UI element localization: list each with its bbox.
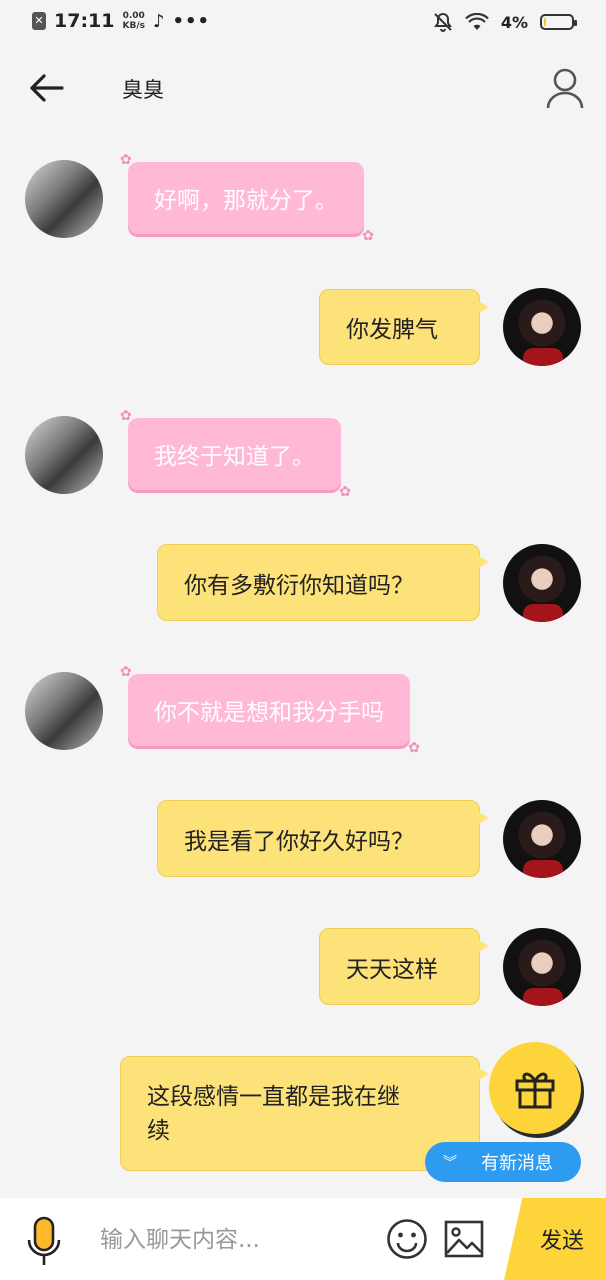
message-text: 你不就是想和我分手吗 [154, 700, 384, 726]
send-label: 发送 [539, 1229, 584, 1254]
gift-button[interactable] [489, 1042, 581, 1134]
message-text: 我终于知道了。 [154, 444, 315, 470]
message-text: 天天这样 [346, 956, 438, 983]
my-avatar[interactable] [503, 928, 581, 1006]
microphone-icon[interactable] [24, 1216, 64, 1268]
message-bubble-outgoing[interactable]: 天天这样 [319, 928, 489, 1005]
status-bar: ✕ 17:11 0.00 KB/s ♪ ••• 4% [0, 0, 606, 48]
message-bubble-incoming[interactable]: 我终于知道了。 [120, 408, 351, 500]
contact-avatar[interactable] [25, 672, 103, 750]
status-bar-left: ✕ 17:11 0.00 KB/s ♪ ••• [32, 10, 210, 32]
gift-icon [515, 1072, 555, 1109]
network-speed: 0.00 KB/s [122, 11, 144, 31]
chat-input[interactable] [98, 1222, 372, 1258]
message-bubble-outgoing[interactable]: 你有多敷衍你知道吗？ [157, 544, 489, 621]
back-arrow-icon[interactable] [26, 68, 66, 108]
user-profile-icon[interactable] [544, 66, 586, 110]
message-bubble-outgoing[interactable]: 我是看了你好久好吗？ [157, 800, 489, 877]
my-avatar[interactable] [503, 544, 581, 622]
message-text-line-1: 这段感情一直都是我在继 [147, 1083, 400, 1110]
emoji-icon[interactable] [386, 1218, 428, 1260]
sim-off-icon: ✕ [32, 12, 46, 30]
message-text: 你发脾气 [346, 317, 438, 343]
my-avatar[interactable] [503, 288, 581, 366]
message-text-line-2: 续 [147, 1117, 170, 1144]
more-notifications-icon: ••• [172, 10, 210, 32]
battery-icon [540, 14, 577, 30]
network-speed-value: 0.00 [122, 11, 145, 21]
double-chevron-down-icon: ︾ [443, 1155, 457, 1171]
new-message-button[interactable]: ︾ 有新消息 [425, 1142, 581, 1182]
wifi-icon [465, 13, 489, 30]
status-bar-right: 4% [433, 12, 577, 32]
message-bubble-outgoing[interactable]: 你发脾气 [319, 289, 489, 365]
contact-name: 臭臭 [122, 78, 164, 102]
battery-level-fill [544, 18, 546, 26]
contact-avatar[interactable] [25, 416, 103, 494]
image-icon[interactable] [444, 1220, 484, 1258]
clock: 17:11 [54, 10, 115, 32]
message-bubble-incoming[interactable]: 你不就是想和我分手吗 [120, 664, 420, 756]
chat-header: 臭臭 [0, 48, 606, 132]
tiktok-icon: ♪ [152, 10, 165, 32]
input-bar: 发送 [0, 1198, 606, 1280]
new-message-label: 有新消息 [481, 1153, 553, 1174]
battery-percent: 4% [500, 12, 528, 32]
bell-muted-icon [433, 12, 452, 32]
my-avatar[interactable] [503, 800, 581, 878]
message-text: 我是看了你好久好吗？ [184, 828, 414, 855]
message-text: 好啊，那就分了。 [154, 188, 338, 214]
message-text: 你有多敷衍你知道吗？ [184, 572, 414, 599]
contact-avatar[interactable] [25, 160, 103, 238]
network-speed-unit: KB/s [122, 21, 145, 31]
send-button[interactable]: 发送 [504, 1198, 606, 1280]
message-bubble-incoming[interactable]: 好啊，那就分了。 [120, 152, 374, 244]
